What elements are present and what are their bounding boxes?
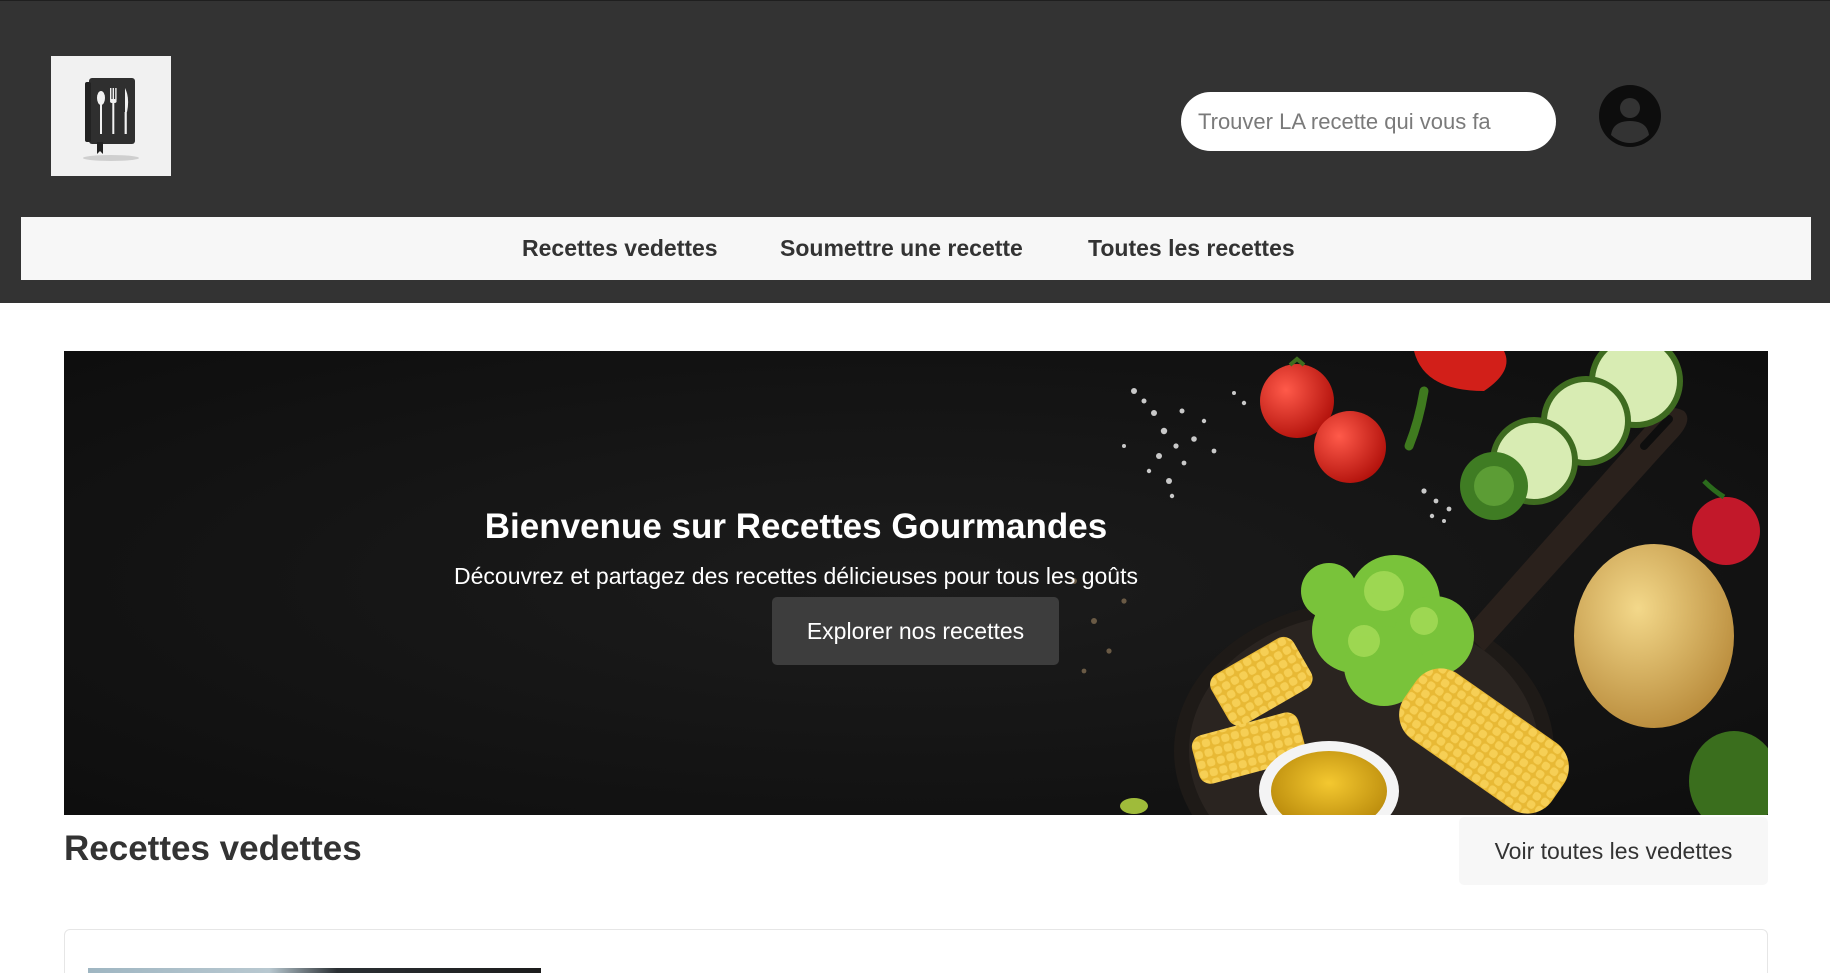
page: Recettes vedettes Soumettre une recette … <box>0 0 1830 973</box>
hero-subtitle-wrap: Découvrez et partagez des recettes délic… <box>64 563 1768 590</box>
featured-section-title: Recettes vedettes <box>64 829 362 868</box>
nav-item-submit-recipe[interactable]: Soumettre une recette <box>780 235 1023 262</box>
account-circle-icon <box>1599 85 1661 147</box>
search-input[interactable] <box>1198 108 1539 135</box>
explore-recipes-button[interactable]: Explorer nos recettes <box>772 597 1059 665</box>
recipe-card-image <box>88 968 541 973</box>
recipe-book-icon <box>83 78 139 161</box>
site-header: Recettes vedettes Soumettre une recette … <box>0 0 1830 303</box>
hero-subtitle: Découvrez et partagez des recettes délic… <box>454 563 1138 589</box>
site-logo[interactable] <box>51 56 171 176</box>
search-box <box>1181 92 1556 151</box>
account-button[interactable] <box>1599 85 1661 147</box>
recipe-card[interactable] <box>64 929 1768 973</box>
hero-title: Bienvenue sur Recettes Gourmandes <box>484 507 1108 546</box>
hero-title-wrap: Bienvenue sur Recettes Gourmandes <box>64 507 1768 547</box>
nav-item-featured-recipes[interactable]: Recettes vedettes <box>522 235 718 262</box>
hero-banner: Bienvenue sur Recettes Gourmandes Découv… <box>64 351 1768 815</box>
nav-item-all-recipes[interactable]: Toutes les recettes <box>1088 235 1295 262</box>
main-nav: Recettes vedettes Soumettre une recette … <box>21 217 1811 280</box>
see-all-featured-button[interactable]: Voir toutes les vedettes <box>1459 817 1768 885</box>
